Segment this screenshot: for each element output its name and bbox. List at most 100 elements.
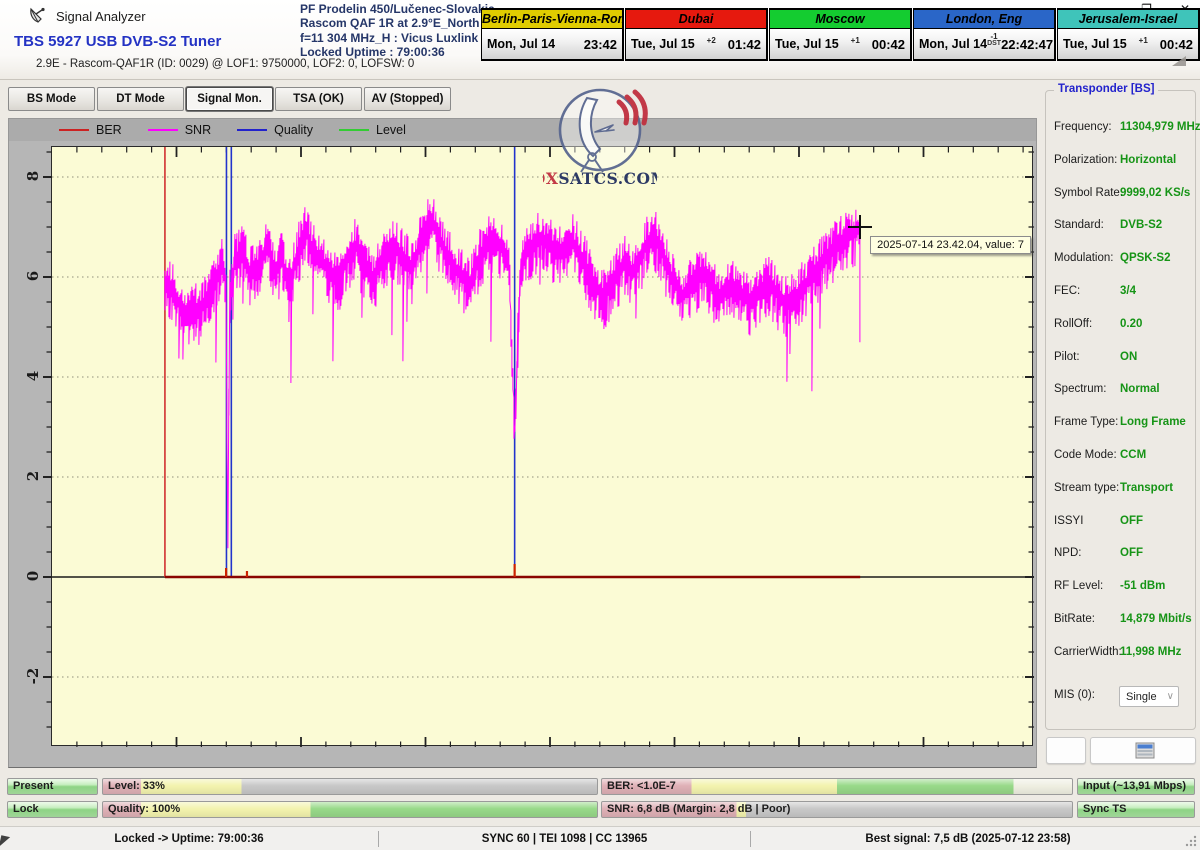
legend-item: BER bbox=[59, 123, 122, 137]
transponder-row-label: FEC: bbox=[1054, 285, 1080, 297]
transponder-row-label: Symbol Rate: bbox=[1054, 187, 1123, 199]
statusbar: Locked -> Uptime: 79:00:36 SYNC 60 | TEI… bbox=[0, 826, 1200, 850]
y-tick-label: 4 bbox=[24, 361, 40, 391]
crosshair-icon bbox=[848, 226, 872, 229]
transponder-row-label: Frequency: bbox=[1054, 121, 1112, 133]
mis-selected-value: Single bbox=[1126, 691, 1157, 703]
present-indicator-bar: Present bbox=[7, 778, 98, 795]
clock-date: Mon, Jul 14 bbox=[487, 37, 555, 51]
clock-panel[interactable]: Moscow Tue, Jul 15 +1 00:42 bbox=[769, 8, 912, 61]
transponder-row: BitRate: 14,879 Mbit/s bbox=[1046, 613, 1195, 633]
clock-utc-offset: +1 bbox=[851, 37, 860, 44]
mode-tab[interactable]: AV (Stopped) bbox=[364, 87, 451, 111]
legend-line-swatch bbox=[59, 129, 89, 131]
transponder-row: RollOff: 0.20 bbox=[1046, 318, 1195, 338]
clock-date: Tue, Jul 15 bbox=[775, 37, 839, 51]
transponder-row-value: 0.20 bbox=[1120, 318, 1142, 330]
transponder-row: Modulation: QPSK-S2 bbox=[1046, 252, 1195, 272]
transponder-row: Symbol Rate: 9999,02 KS/s bbox=[1046, 187, 1195, 207]
transponder-row: Frequency: 11304,979 MHz bbox=[1046, 121, 1195, 141]
clock-body: Mon, Jul 14 -1 DST 22:42:47 bbox=[914, 29, 1054, 59]
site-info-line: PF Prodelin 450/Lučenec-Slovakia bbox=[300, 2, 485, 16]
clock-body: Tue, Jul 15 +2 01:42 bbox=[626, 29, 766, 59]
legend-line-swatch bbox=[148, 129, 178, 131]
transponder-groupbox: Transponder [BS] Frequency: 11304,979 MH… bbox=[1045, 90, 1196, 730]
transponder-row-label: Standard: bbox=[1054, 219, 1104, 231]
transponder-tool-button[interactable] bbox=[1090, 737, 1196, 764]
y-tick-label: 8 bbox=[24, 161, 40, 191]
transponder-row-label: Polarization: bbox=[1054, 154, 1117, 166]
snr-bar: SNR: 6,8 dB (Margin: 2,8 dB | Poor) bbox=[601, 801, 1073, 818]
window-title: Signal Analyzer bbox=[56, 9, 146, 24]
statusbar-best-signal: Best signal: 7,5 dB (2025-07-12 23:58) bbox=[751, 827, 1185, 850]
clock-utc-offset: +1 bbox=[1139, 37, 1148, 44]
tuner-title: TBS 5927 USB DVB-S2 Tuner bbox=[14, 33, 221, 50]
transponder-row-label: Pilot: bbox=[1054, 351, 1080, 363]
transponder-row-value: Horizontal bbox=[1120, 154, 1176, 166]
clock-city-header: Berlin-Paris-Vienna-Roma bbox=[482, 10, 622, 29]
clock-panel[interactable]: Dubai Tue, Jul 15 +2 01:42 bbox=[625, 8, 768, 61]
transponder-row-label: Modulation: bbox=[1054, 252, 1113, 264]
transponder-aux-button[interactable] bbox=[1046, 737, 1086, 764]
signal-plot[interactable]: 2025-07-14 23.42.04, value: 7 bbox=[51, 146, 1033, 746]
legend-item: SNR bbox=[148, 123, 211, 137]
resize-grip-icon[interactable] bbox=[1185, 835, 1197, 847]
mode-tabs: BS ModeDT ModeSignal Mon.TSA (OK)AV (Sto… bbox=[8, 87, 451, 111]
clock-time: 00:42 bbox=[872, 37, 905, 52]
tuner-subtitle: 2.9E - Rascom-QAF1R (ID: 0029) @ LOF1: 9… bbox=[36, 58, 414, 70]
chevron-down-icon: ∨ bbox=[1167, 691, 1174, 702]
clock-date: Tue, Jul 15 bbox=[1063, 37, 1127, 51]
legend-item: Quality bbox=[237, 123, 313, 137]
app-satellite-icon bbox=[27, 6, 47, 26]
legend-line-swatch bbox=[339, 129, 369, 131]
transponder-row-value: 11,998 MHz bbox=[1120, 646, 1181, 658]
transponder-row-label: Code Mode: bbox=[1054, 449, 1117, 461]
input-bitrate-bar: Input (~13,91 Mbps) bbox=[1077, 778, 1195, 795]
keypad-icon bbox=[1135, 742, 1155, 759]
transponder-row: CarrierWidth: 11,998 MHz bbox=[1046, 646, 1195, 666]
transponder-row-value: -51 dBm bbox=[1120, 580, 1165, 592]
clock-time: 00:42 bbox=[1160, 37, 1193, 52]
mode-tab[interactable]: TSA (OK) bbox=[275, 87, 362, 111]
transponder-row: Standard: DVB-S2 bbox=[1046, 219, 1195, 239]
transponder-row-value: CCM bbox=[1120, 449, 1146, 461]
site-info-line: Rascom QAF 1R at 2.9°E_North bbox=[300, 16, 485, 30]
transponder-row: RF Level: -51 dBm bbox=[1046, 580, 1195, 600]
mode-tab[interactable]: Signal Mon. bbox=[186, 87, 273, 111]
transponder-row: FEC: 3/4 bbox=[1046, 285, 1195, 305]
transponder-row-value: Transport bbox=[1120, 482, 1173, 494]
legend-item: Level bbox=[339, 123, 406, 137]
y-tick-label: 2 bbox=[24, 461, 40, 491]
clock-popup-handle-icon bbox=[1172, 56, 1186, 66]
quality-bar: Quality: 100% bbox=[102, 801, 598, 818]
clock-body: Tue, Jul 15 +1 00:42 bbox=[770, 29, 910, 59]
clock-date: Tue, Jul 15 bbox=[631, 37, 695, 51]
mode-tab[interactable]: BS Mode bbox=[8, 87, 95, 111]
world-clocks: Berlin-Paris-Vienna-Roma Mon, Jul 14 23:… bbox=[480, 8, 1200, 61]
transponder-row-label: NPD: bbox=[1054, 547, 1081, 559]
clock-time: 01:42 bbox=[728, 37, 761, 52]
clock-city-header: London, Eng bbox=[914, 10, 1054, 29]
site-info-block: PF Prodelin 450/Lučenec-Slovakia Rascom … bbox=[300, 2, 485, 60]
clock-body: Tue, Jul 15 +1 00:42 bbox=[1058, 29, 1198, 59]
chart-legend: BER SNR Quality Level bbox=[9, 119, 1036, 141]
clock-panel[interactable]: London, Eng Mon, Jul 14 -1 DST 22:42:47 bbox=[913, 8, 1056, 61]
clock-panel[interactable]: Berlin-Paris-Vienna-Roma Mon, Jul 14 23:… bbox=[481, 8, 624, 61]
y-tick-label: -2 bbox=[24, 661, 40, 691]
transponder-row: Polarization: Horizontal bbox=[1046, 154, 1195, 174]
transponder-row: Spectrum: Normal bbox=[1046, 383, 1195, 403]
clock-city-header: Jerusalem-Israel bbox=[1058, 10, 1198, 29]
clock-panel[interactable]: Jerusalem-Israel Tue, Jul 15 +1 00:42 bbox=[1057, 8, 1200, 61]
mode-tab[interactable]: DT Mode bbox=[97, 87, 184, 111]
clock-utc-offset: -1 DST bbox=[987, 33, 1001, 47]
transponder-row-value: Long Frame bbox=[1120, 416, 1186, 428]
clock-time: 23:42 bbox=[584, 37, 617, 52]
mis-dropdown[interactable]: Single ∨ bbox=[1119, 686, 1179, 707]
transponder-row: Pilot: ON bbox=[1046, 351, 1195, 371]
clock-city-header: Moscow bbox=[770, 10, 910, 29]
transponder-row: Frame Type: Long Frame bbox=[1046, 416, 1195, 436]
signal-chart-panel: BER SNR Quality Level 2025-07-14 23.42.0… bbox=[8, 118, 1037, 768]
transponder-row-value: OFF bbox=[1120, 515, 1143, 527]
clock-date: Mon, Jul 14 bbox=[919, 37, 987, 51]
transponder-row-value: DVB-S2 bbox=[1120, 219, 1162, 231]
